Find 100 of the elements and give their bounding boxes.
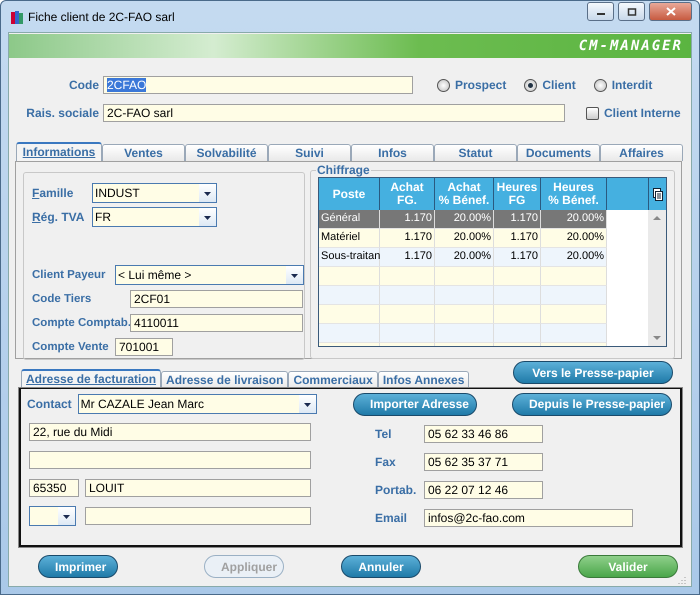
resize-grip-icon[interactable] <box>678 576 686 584</box>
selected-text: 2CFAO <box>107 78 146 92</box>
table-cell: 1.170 <box>494 210 541 229</box>
table-cell <box>319 286 380 305</box>
city-field[interactable]: LOUIT <box>85 479 311 497</box>
column-header: Achat FG. <box>380 178 435 210</box>
text-field[interactable]: 701001 <box>115 338 173 356</box>
radio-button[interactable] <box>594 78 607 92</box>
tab[interactable]: Informations <box>16 142 102 161</box>
table-cell: 20.00% <box>541 210 607 229</box>
radio-label: Client <box>542 78 576 92</box>
field-label: Rég. TVA <box>32 210 86 224</box>
column-header: Poste <box>319 178 380 210</box>
postal-code-field[interactable]: 65350 <box>29 479 79 497</box>
table-cell: 20.00% <box>435 248 494 267</box>
tab[interactable]: Suivi <box>268 144 351 161</box>
tab[interactable]: Ventes <box>102 144 185 161</box>
dropdown-field[interactable]: INDUST <box>92 182 217 203</box>
text-field[interactable]: 2CF01 <box>130 290 303 308</box>
address-line-field[interactable] <box>29 451 311 469</box>
checkbox[interactable] <box>586 106 599 120</box>
field-label: Client Payeur <box>32 269 106 282</box>
radio-label: Interdit <box>612 78 652 92</box>
text-field[interactable]: 05 62 33 46 86 <box>424 425 543 443</box>
table-cell: 20.00% <box>541 248 607 267</box>
table-cell: 1.170 <box>494 229 541 248</box>
table-cell <box>319 267 380 286</box>
paste-from-clipboard-button[interactable]: Depuis le Presse-papier <box>512 392 672 416</box>
column-header: Heures FG <box>494 178 541 210</box>
contact-dropdown[interactable]: Mr CAZALE Jean Marc <box>78 394 317 414</box>
close-button[interactable] <box>649 2 692 21</box>
field-label: Fax <box>375 455 397 469</box>
radio-button[interactable] <box>437 78 450 92</box>
tab[interactable]: Infos Annexes <box>378 371 470 388</box>
table-cell <box>494 305 541 324</box>
checkbox-label: Client Interne <box>604 106 681 120</box>
tab[interactable]: Infos <box>351 144 434 161</box>
app-icon <box>10 8 24 24</box>
table-cell <box>541 305 607 324</box>
tab[interactable]: Documents <box>517 144 600 161</box>
table-cell <box>380 267 435 286</box>
tab[interactable]: Adresse de facturation <box>21 369 162 388</box>
table-cell <box>494 267 541 286</box>
table-cell: 1.170 <box>380 229 435 248</box>
group-title: Chiffrage <box>316 163 371 177</box>
text-field[interactable]: 05 62 35 37 71 <box>424 453 543 471</box>
country-dropdown[interactable] <box>29 506 76 526</box>
column-header: Achat % Bénef. <box>435 178 494 210</box>
tab[interactable]: Affaires <box>600 144 683 161</box>
tab[interactable]: Adresse de livraison <box>161 371 288 388</box>
table-cell: Général <box>319 210 380 229</box>
footer-button[interactable]: Annuler <box>341 555 421 578</box>
field-label: Compte Comptab. <box>32 317 130 330</box>
copy-to-clipboard-button[interactable]: Vers le Presse-papier <box>513 361 673 384</box>
footer-button[interactable]: Imprimer <box>38 555 118 578</box>
maximize-button[interactable] <box>618 2 645 21</box>
field-label: Code Tiers <box>32 293 92 306</box>
field-label: Compte Vente <box>32 341 110 354</box>
tab[interactable]: Solvabilité <box>185 144 268 161</box>
field-label: Code <box>68 78 100 92</box>
tab[interactable]: Statut <box>434 144 517 161</box>
street-field[interactable]: 22, rue du Midi <box>29 423 311 441</box>
field-label: Email <box>375 511 408 525</box>
field-label: Rais. sociale <box>25 106 100 120</box>
table-cell <box>494 324 541 343</box>
table-cell <box>541 286 607 305</box>
minimize-button[interactable] <box>587 2 614 21</box>
code-field[interactable]: 2CFAO <box>103 76 413 94</box>
text-field[interactable]: 06 22 07 12 46 <box>424 481 543 499</box>
radio-button[interactable] <box>524 78 538 92</box>
maximize-icon <box>626 8 636 16</box>
dropdown-field[interactable]: FR <box>92 206 217 227</box>
window-title: Fiche client de 2C-FAO sarl <box>28 10 176 24</box>
table-cell: Matériel <box>319 229 380 248</box>
import-address-button[interactable]: Importer Adresse <box>353 392 477 416</box>
footer-button[interactable]: Valider <box>578 555 678 578</box>
text-field[interactable] <box>85 507 311 525</box>
close-icon <box>666 7 676 16</box>
text-field[interactable]: infos@2c-fao.com <box>424 509 633 527</box>
table-cell: 20.00% <box>541 229 607 248</box>
column-header: Heures % Bénef. <box>541 178 607 210</box>
radio-label: Prospect <box>455 78 506 92</box>
table-cell <box>380 286 435 305</box>
table-cell <box>380 305 435 324</box>
brand-logo: CM-MANAGER <box>578 38 683 54</box>
table-cell <box>435 305 494 324</box>
table-cell: 1.170 <box>494 248 541 267</box>
table-cell: Sous-traitan <box>319 248 380 267</box>
tab[interactable]: Commerciaux <box>288 371 378 388</box>
copy-icon[interactable] <box>652 188 662 200</box>
table-cell: 20.00% <box>435 229 494 248</box>
company-name-field[interactable]: 2C-FAO sarl <box>103 104 565 122</box>
text-field[interactable]: 4110011 <box>130 314 303 332</box>
table-cell <box>319 324 380 343</box>
dropdown-field[interactable]: < Lui même > <box>115 265 304 286</box>
table-cell: 1.170 <box>380 248 435 267</box>
table-cell <box>319 305 380 324</box>
table-cell <box>494 286 541 305</box>
table-cell <box>435 324 494 343</box>
table-cell: 20.00% <box>435 210 494 229</box>
